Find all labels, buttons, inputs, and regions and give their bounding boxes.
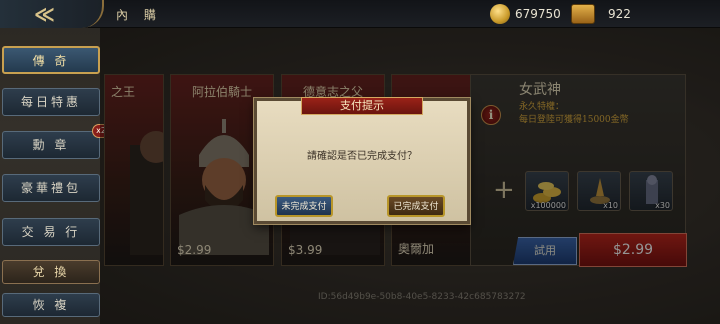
tab-daily-deals[interactable]: 每日特惠 (2, 88, 100, 116)
tab-exchange[interactable]: 兌 換 (2, 260, 100, 284)
dialog-message: 請確認是否已完成支付？ (307, 151, 417, 162)
gold-amount: 679750 (515, 7, 561, 21)
premium-amount: 922 (608, 7, 631, 21)
dialog-title: 支付提示 (301, 97, 423, 115)
tab-restore[interactable]: 恢 複 (2, 293, 100, 317)
tab-medals[interactable]: 勳 章 (2, 131, 100, 159)
page-title: 內 購 (116, 8, 162, 22)
gold-coin-icon (490, 4, 510, 24)
back-arrow-icon: ≪ (34, 2, 55, 26)
top-bar: ≪ 內 購 679750 922 (0, 0, 720, 28)
payment-dialog: 支付提示 請確認是否已完成支付？ 未完成支付 已完成支付 (254, 97, 470, 224)
tab-luxury-pack[interactable]: 豪華禮包 (2, 174, 100, 202)
tab-trade[interactable]: 交 易 行 (2, 218, 100, 246)
payment-complete-button[interactable]: 已完成支付 (387, 195, 445, 217)
payment-not-complete-button[interactable]: 未完成支付 (275, 195, 333, 217)
tab-legend[interactable]: 傳 奇 (2, 46, 100, 74)
back-button[interactable]: ≪ (0, 0, 104, 28)
treasure-chest-icon (571, 4, 595, 24)
